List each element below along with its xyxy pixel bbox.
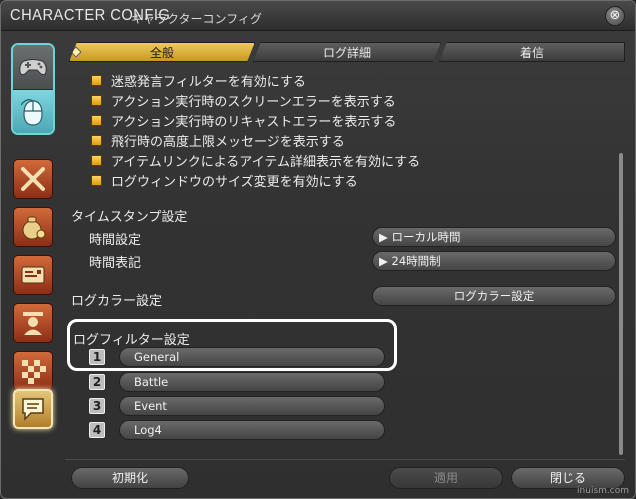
checkbox-screen-error[interactable]: アクション実行時のスクリーンエラーを表示する: [91, 90, 396, 110]
checkbox-icon[interactable]: [91, 74, 102, 86]
gamepad-icon[interactable]: [13, 45, 53, 90]
money-bag-icon[interactable]: [13, 207, 53, 247]
filter-number-3-icon: 3: [89, 398, 105, 414]
tab-indicator-icon: [70, 46, 81, 57]
time-format-label: 時間表記: [89, 256, 142, 271]
time-setting-dropdown[interactable]: ▶ ローカル時間: [372, 227, 616, 247]
checkbox-label: アイテムリンクによるアイテム詳細表示を有効にする: [111, 154, 421, 170]
category-sidebar: [9, 43, 55, 443]
close-icon[interactable]: ⊗: [605, 6, 625, 26]
time-setting-label: 時間設定: [89, 233, 142, 248]
checkbox-icon[interactable]: [91, 94, 102, 106]
input-mode-toggle: [11, 43, 55, 135]
filter-button-battle[interactable]: Battle: [119, 372, 385, 392]
log-color-button[interactable]: ログカラー設定: [372, 286, 616, 306]
checkbox-label: 飛行時の高度上限メッセージを表示する: [111, 134, 345, 150]
tab-log-detail[interactable]: ログ詳細: [253, 42, 441, 62]
checkered-flag-icon[interactable]: [13, 351, 53, 391]
checkbox-item-link[interactable]: アイテムリンクによるアイテム詳細表示を有効にする: [91, 150, 420, 170]
checkbox-spam-filter[interactable]: 迷惑発言フィルターを有効にする: [91, 70, 306, 90]
tab-general[interactable]: 全般: [69, 42, 255, 62]
checkbox-label: アクション実行時のリキャストエラーを表示する: [111, 114, 397, 130]
checkbox-recast-error[interactable]: アクション実行時のリキャストエラーを表示する: [91, 110, 396, 130]
checkbox-icon[interactable]: [91, 134, 102, 146]
watermark: inuism.com: [577, 486, 629, 496]
checkbox-label: 迷惑発言フィルターを有効にする: [111, 74, 306, 90]
window-subtitle: キャラクターコンフィグ: [131, 12, 262, 26]
reset-button[interactable]: 初期化: [71, 467, 189, 489]
character-config-window: CHARACTER CONFIG キャラクターコンフィグ ⊗ 全般 ログ詳細 着…: [0, 0, 636, 499]
highlight-frame: [67, 319, 397, 371]
log-color-label: ログカラー設定: [71, 294, 163, 309]
crossed-swords-icon[interactable]: [13, 159, 53, 199]
tab-incoming[interactable]: 着信: [439, 42, 625, 62]
checkbox-icon[interactable]: [91, 154, 102, 166]
filter-button-event[interactable]: Event: [119, 396, 385, 416]
tab-general-label: 全般: [149, 46, 174, 60]
filter-button-log4[interactable]: Log4: [119, 420, 385, 440]
chat-log-icon[interactable]: [13, 389, 53, 429]
checkbox-log-resize[interactable]: ログウィンドウのサイズ変更を有効にする: [91, 170, 358, 190]
filter-number-4-icon: 4: [89, 422, 105, 438]
character-icon[interactable]: [13, 303, 53, 343]
title-bar[interactable]: CHARACTER CONFIG キャラクターコンフィグ ⊗: [1, 1, 635, 31]
footer-divider: [65, 459, 625, 460]
apply-button[interactable]: 適用: [389, 467, 503, 489]
checkbox-altitude-message[interactable]: 飛行時の高度上限メッセージを表示する: [91, 130, 345, 150]
checkbox-label: アクション実行時のスクリーンエラーを表示する: [111, 94, 396, 110]
scrollbar[interactable]: [619, 153, 623, 455]
mouse-icon[interactable]: [13, 90, 53, 133]
checkbox-icon[interactable]: [91, 174, 102, 186]
checkbox-label: ログウィンドウのサイズ変更を有効にする: [111, 174, 358, 190]
time-format-dropdown[interactable]: ▶ 24時間制: [372, 251, 616, 271]
timestamp-heading: タイムスタンプ設定: [71, 210, 188, 225]
tab-log-detail-label: ログ詳細: [322, 46, 371, 60]
card-icon[interactable]: [13, 255, 53, 295]
tab-bar: 全般 ログ詳細 着信: [69, 42, 625, 62]
checkbox-icon[interactable]: [91, 114, 102, 126]
filter-number-2-icon: 2: [89, 374, 105, 390]
tab-incoming-label: 着信: [519, 46, 544, 60]
